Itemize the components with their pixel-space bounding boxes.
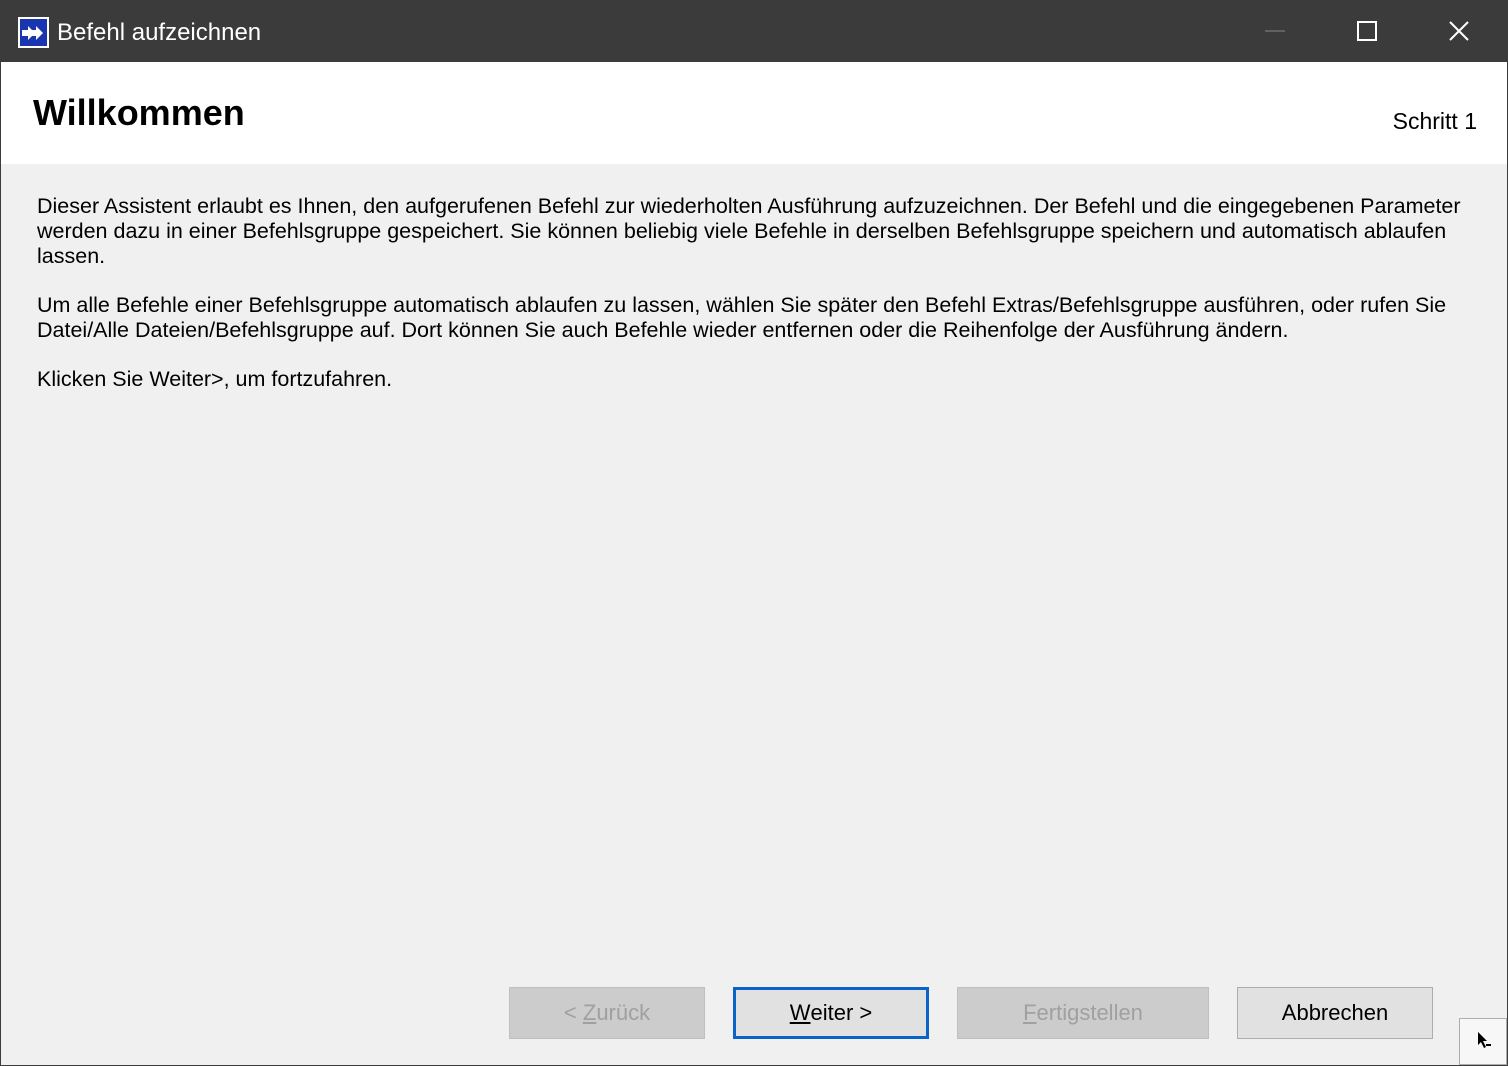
next-button-accel: W — [789, 1000, 811, 1025]
back-button-label: urück — [596, 1000, 651, 1025]
back-button-prefix: < — [563, 1000, 583, 1025]
finish-button-label: ertigstellen — [1036, 1000, 1143, 1025]
maximize-button[interactable] — [1321, 1, 1413, 62]
continue-hint: Klicken Sie Weiter>, um fortzufahren. — [37, 367, 393, 391]
window-title: Befehl aufzeichnen — [57, 19, 262, 46]
close-button[interactable] — [1413, 1, 1505, 62]
page-title: Willkommen — [33, 92, 245, 133]
usage-paragraph: Um alle Befehle einer Befehlsgruppe auto… — [37, 293, 1447, 342]
help-cursor-icon — [1478, 1032, 1491, 1048]
title-bar[interactable]: Befehl aufzeichnen — [1, 1, 1507, 62]
back-button[interactable]: < Zurück — [509, 987, 705, 1039]
minimize-button[interactable] — [1229, 1, 1321, 62]
wizard-header: Willkommen Schritt 1 — [1, 62, 1507, 164]
maximize-icon — [1357, 21, 1377, 41]
next-button[interactable]: Weiter > — [733, 987, 929, 1039]
back-button-accel: Z — [582, 1000, 597, 1025]
finish-button-accel: F — [1023, 1000, 1037, 1025]
dialog-window: Befehl aufzeichnen Willkommen Schritt 1 … — [0, 0, 1508, 1066]
next-button-label: eiter > — [810, 1000, 873, 1025]
step-indicator: Schritt 1 — [1392, 108, 1477, 134]
finish-button[interactable]: Fertigstellen — [957, 987, 1209, 1039]
close-icon — [1449, 21, 1469, 41]
intro-paragraph: Dieser Assistent erlaubt es Ihnen, den a… — [37, 194, 1461, 268]
double-arrow-right-icon — [18, 17, 49, 48]
help-grip[interactable] — [1459, 1018, 1507, 1065]
minimize-icon — [1265, 30, 1285, 32]
wizard-content: Dieser Assistent erlaubt es Ihnen, den a… — [37, 194, 1477, 416]
cancel-button[interactable]: Abbrechen — [1237, 987, 1433, 1039]
